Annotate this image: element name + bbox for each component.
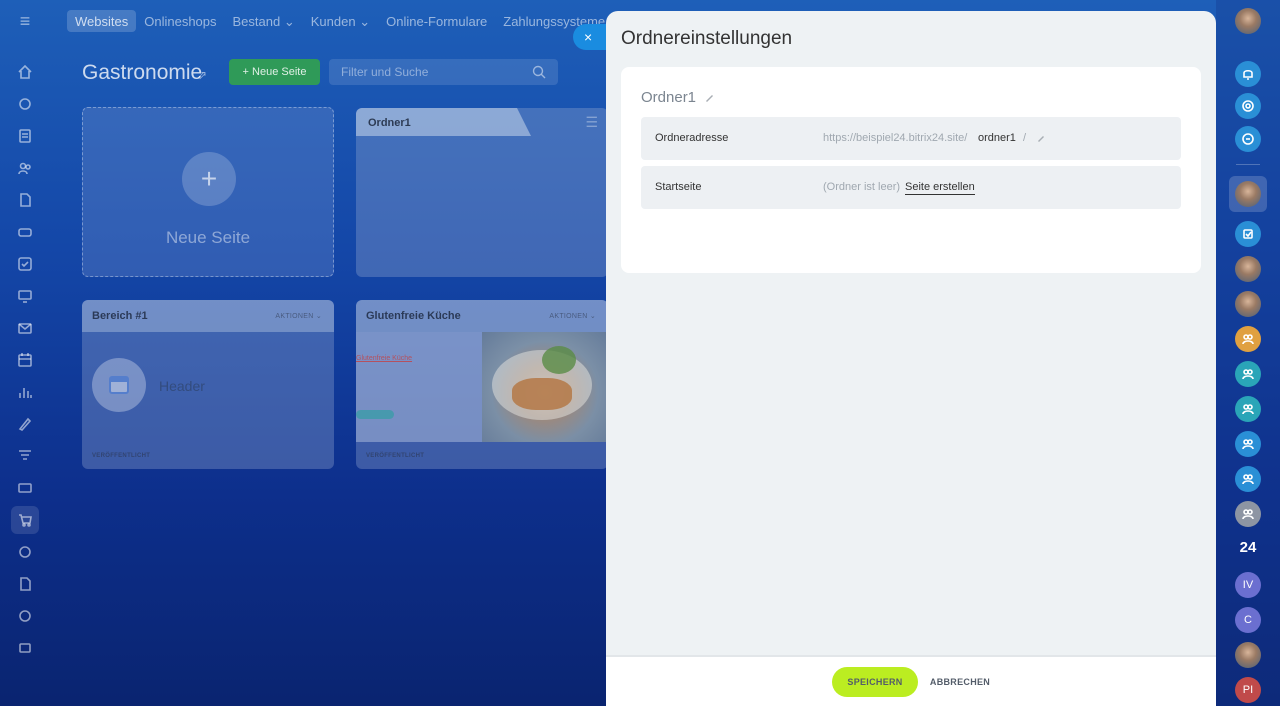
crm-icon[interactable] [14, 157, 36, 179]
chat-avatar-4[interactable] [1235, 642, 1261, 668]
user-initials-avatar[interactable]: PI [1235, 677, 1261, 703]
settings-icon[interactable] [14, 541, 36, 563]
group-chat-icon[interactable] [1235, 501, 1261, 527]
contact-center-icon[interactable] [14, 477, 36, 499]
sign-icon[interactable] [14, 413, 36, 435]
site-card-status: VERÖFFENTLICHT [92, 453, 151, 459]
drive-icon[interactable] [14, 221, 36, 243]
save-button[interactable]: SPEICHERN [832, 667, 918, 697]
chevron-down-icon: ⌄ [283, 14, 295, 29]
create-page-link[interactable]: Seite erstellen [905, 181, 975, 195]
help-icon[interactable] [14, 605, 36, 627]
site-card-actions[interactable]: AKTIONEN ⌄ [549, 312, 596, 320]
folder-address-label: Ordneradresse [655, 132, 729, 144]
new-page-button[interactable]: + Neue Seite [229, 59, 320, 85]
target-icon[interactable] [1235, 93, 1261, 119]
search-chat-icon[interactable] [1235, 126, 1261, 152]
site-card-actions[interactable]: AKTIONEN ⌄ [275, 312, 322, 320]
top-menu: Websites Onlineshops Bestand ⌄ Kunden ⌄ … [67, 10, 652, 32]
user-avatar[interactable] [1235, 8, 1261, 34]
folder-address-base: https://beispiel24.bitrix24.site/ [823, 132, 968, 144]
user-initials-avatar[interactable]: IV [1235, 572, 1261, 598]
folder-card[interactable]: Ordner1 ☰ [356, 108, 608, 277]
panel-footer: SPEICHERN ABBRECHEN [606, 655, 1216, 706]
settings-card: Ordner1 Ordneradresse https://beispiel24… [621, 67, 1201, 273]
site-card-title: Glutenfreie Küche [366, 310, 461, 322]
calendar-icon[interactable] [14, 349, 36, 371]
site-preview-image: Glutenfreie Küche [356, 332, 608, 442]
folder-address-row: Ordneradresse https://beispiel24.bitrix2… [641, 117, 1181, 160]
pin-icon[interactable]: ⇗ [197, 68, 207, 82]
chat-avatar-2[interactable] [1235, 256, 1261, 282]
task-chat-icon[interactable] [1235, 221, 1261, 247]
menu-icon[interactable]: ≡ [15, 12, 35, 30]
folder-address-slash: / [1023, 132, 1027, 144]
salad-shape [542, 346, 576, 374]
new-page-card[interactable]: + Neue Seite [82, 107, 334, 277]
mail-icon[interactable] [14, 317, 36, 339]
new-page-card-label: Neue Seite [165, 228, 251, 247]
site-card-status: VERÖFFENTLICHT [366, 453, 425, 459]
site-card-title: Bereich #1 [92, 310, 148, 322]
close-icon: × [584, 29, 593, 45]
chat-avatar-1[interactable] [1235, 181, 1261, 207]
group-chat-icon[interactable] [1235, 431, 1261, 457]
chevron-down-icon: ⌄ [315, 313, 322, 320]
tasks-icon[interactable] [14, 125, 36, 147]
analytics-icon[interactable] [14, 381, 36, 403]
preview-title: Glutenfreie Küche [356, 355, 413, 362]
sites-shop-icon[interactable] [11, 506, 39, 534]
fish-shape [512, 378, 572, 410]
chat-avatar-3[interactable] [1235, 291, 1261, 317]
user-initials-avatar[interactable]: C [1235, 607, 1261, 633]
panel-title: Ordnereinstellungen [621, 28, 793, 49]
header-block-label: Header [159, 378, 205, 394]
site-card-bereich[interactable]: Bereich #1 AKTIONEN ⌄ Header VERÖFFENTLI… [82, 300, 334, 469]
documents-icon[interactable] [14, 189, 36, 211]
checklist-icon[interactable] [14, 253, 36, 275]
search-input[interactable] [329, 59, 558, 85]
preview-button [356, 410, 394, 419]
group-chat-icon[interactable] [1235, 361, 1261, 387]
plus-icon: + [182, 152, 236, 206]
folder-address-slug: ordner1 [978, 132, 1016, 144]
topmenu-websites[interactable]: Websites [67, 10, 137, 32]
bitrix24-counter[interactable]: 24 [1235, 539, 1261, 559]
group-chat-icon[interactable] [1235, 466, 1261, 492]
feed-icon[interactable] [14, 93, 36, 115]
start-page-row: Startseite (Ordner ist leer) Seite erste… [641, 166, 1181, 209]
topmenu-online-formulare[interactable]: Online-Formulare [378, 10, 495, 32]
folder-menu-icon[interactable]: ☰ [585, 114, 598, 131]
marketplace-icon[interactable] [14, 573, 36, 595]
topmenu-kunden[interactable]: Kunden ⌄ [303, 10, 378, 32]
page-title: Gastronomie [82, 61, 203, 84]
left-sidebar: ≡ [0, 0, 50, 706]
site-card-glutenfrei[interactable]: Glutenfreie Küche AKTIONEN ⌄ Glutenfreie… [356, 300, 608, 469]
bell-icon[interactable] [1235, 61, 1261, 87]
filter-icon[interactable] [14, 445, 36, 467]
edit-pencil-icon[interactable] [1036, 133, 1046, 143]
chevron-down-icon: ⌄ [589, 313, 596, 320]
cancel-button[interactable]: ABBRECHEN [926, 667, 994, 697]
group-chat-icon[interactable] [1235, 326, 1261, 352]
search-icon[interactable] [532, 65, 546, 79]
start-page-note: (Ordner ist leer) [823, 181, 901, 193]
topmenu-onlineshops[interactable]: Onlineshops [136, 10, 224, 32]
folder-settings-panel: Ordnereinstellungen Ordner1 Ordneradress… [606, 11, 1216, 706]
right-sidebar: 24 IV C PI [1216, 0, 1280, 706]
more-icon[interactable] [14, 637, 36, 659]
topmenu-bestand[interactable]: Bestand ⌄ [225, 10, 303, 32]
edit-pencil-icon[interactable] [704, 92, 715, 103]
home-icon[interactable] [14, 61, 36, 83]
chevron-down-icon: ⌄ [359, 14, 371, 29]
start-page-label: Startseite [655, 181, 702, 193]
folder-name: Ordner1 [641, 89, 697, 106]
folder-title: Ordner1 [368, 117, 411, 129]
screen-icon[interactable] [14, 285, 36, 307]
group-chat-icon[interactable] [1235, 396, 1261, 422]
header-block-icon [92, 358, 146, 412]
